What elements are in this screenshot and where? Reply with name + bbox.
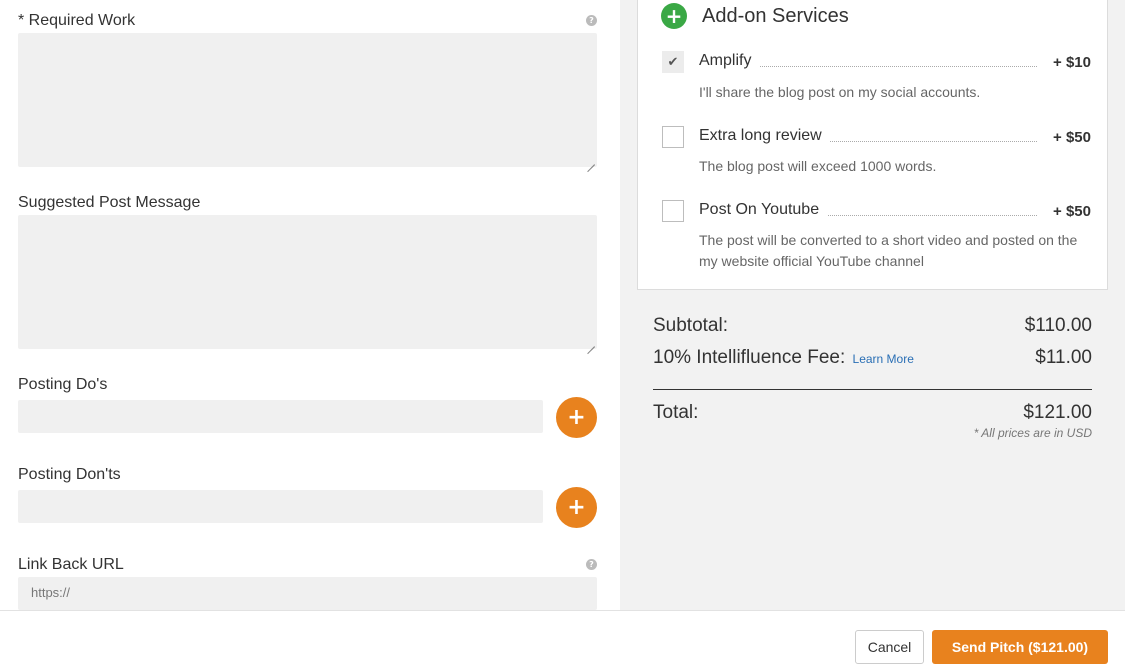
addon-checkbox-extra-long-review[interactable] bbox=[662, 126, 684, 148]
fee-row: 10% Intellifluence Fee: Learn More $11.0… bbox=[653, 347, 1092, 369]
help-icon[interactable]: ? bbox=[586, 15, 597, 26]
cancel-button[interactable]: Cancel bbox=[855, 630, 924, 664]
order-summary-panel: + Add-on Services ✔ Amplify + $10 I'll s… bbox=[620, 0, 1125, 610]
total-label: Total: bbox=[653, 402, 699, 423]
addon-price: + $50 bbox=[1053, 203, 1091, 220]
add-posting-do-button[interactable]: + bbox=[556, 397, 597, 438]
addon-price: + $10 bbox=[1053, 54, 1091, 71]
addon-name: Post On Youtube bbox=[699, 201, 828, 219]
add-posting-dont-button[interactable]: + bbox=[556, 487, 597, 528]
posting-donts-input[interactable] bbox=[18, 490, 543, 523]
link-back-label: Link Back URL bbox=[18, 556, 124, 573]
addon-name: Extra long review bbox=[699, 127, 830, 145]
currency-note: * All prices are in USD bbox=[973, 426, 1092, 440]
total-value: $121.00 bbox=[1023, 402, 1092, 423]
suggested-post-textarea[interactable] bbox=[18, 215, 597, 349]
posting-donts-label: Posting Don'ts bbox=[18, 466, 121, 483]
footer-bar: Cancel Send Pitch ($121.00) bbox=[0, 610, 1125, 669]
addon-checkbox-amplify[interactable]: ✔ bbox=[662, 51, 684, 73]
posting-dos-label: Posting Do's bbox=[18, 376, 108, 393]
pitch-form: * Required Work ? Suggested Post Message… bbox=[0, 0, 620, 610]
addon-description: The post will be converted to a short vi… bbox=[699, 232, 1078, 269]
required-work-textarea[interactable] bbox=[18, 33, 597, 167]
resize-handle-icon[interactable] bbox=[587, 339, 595, 347]
total-row: Total: $121.00 bbox=[653, 402, 1092, 424]
plus-circle-icon: + bbox=[661, 3, 687, 29]
link-back-url-input[interactable]: https:// bbox=[18, 577, 597, 610]
resize-handle-icon[interactable] bbox=[587, 157, 595, 165]
suggested-post-label: Suggested Post Message bbox=[18, 194, 201, 211]
learn-more-link[interactable]: Learn More bbox=[853, 352, 914, 366]
addon-description: I'll share the blog post on my social ac… bbox=[699, 84, 981, 100]
help-icon[interactable]: ? bbox=[586, 559, 597, 570]
posting-dos-input[interactable] bbox=[18, 400, 543, 433]
addon-name: Amplify bbox=[699, 52, 760, 70]
fee-value: $11.00 bbox=[1035, 347, 1092, 368]
subtotal-row: Subtotal: $110.00 bbox=[653, 315, 1092, 337]
subtotal-label: Subtotal: bbox=[653, 315, 728, 336]
required-work-label: * Required Work bbox=[18, 12, 136, 29]
addon-description: The blog post will exceed 1000 words. bbox=[699, 158, 937, 174]
fee-label: 10% Intellifluence Fee: bbox=[653, 347, 846, 368]
addon-price: + $50 bbox=[1053, 129, 1091, 146]
subtotal-value: $110.00 bbox=[1024, 315, 1092, 336]
summary-divider bbox=[653, 389, 1092, 390]
send-pitch-button[interactable]: Send Pitch ($121.00) bbox=[932, 630, 1108, 664]
addon-services-title: Add-on Services bbox=[702, 5, 849, 27]
addon-checkbox-post-on-youtube[interactable] bbox=[662, 200, 684, 222]
addon-services-card: + Add-on Services ✔ Amplify + $10 I'll s… bbox=[637, 0, 1108, 290]
